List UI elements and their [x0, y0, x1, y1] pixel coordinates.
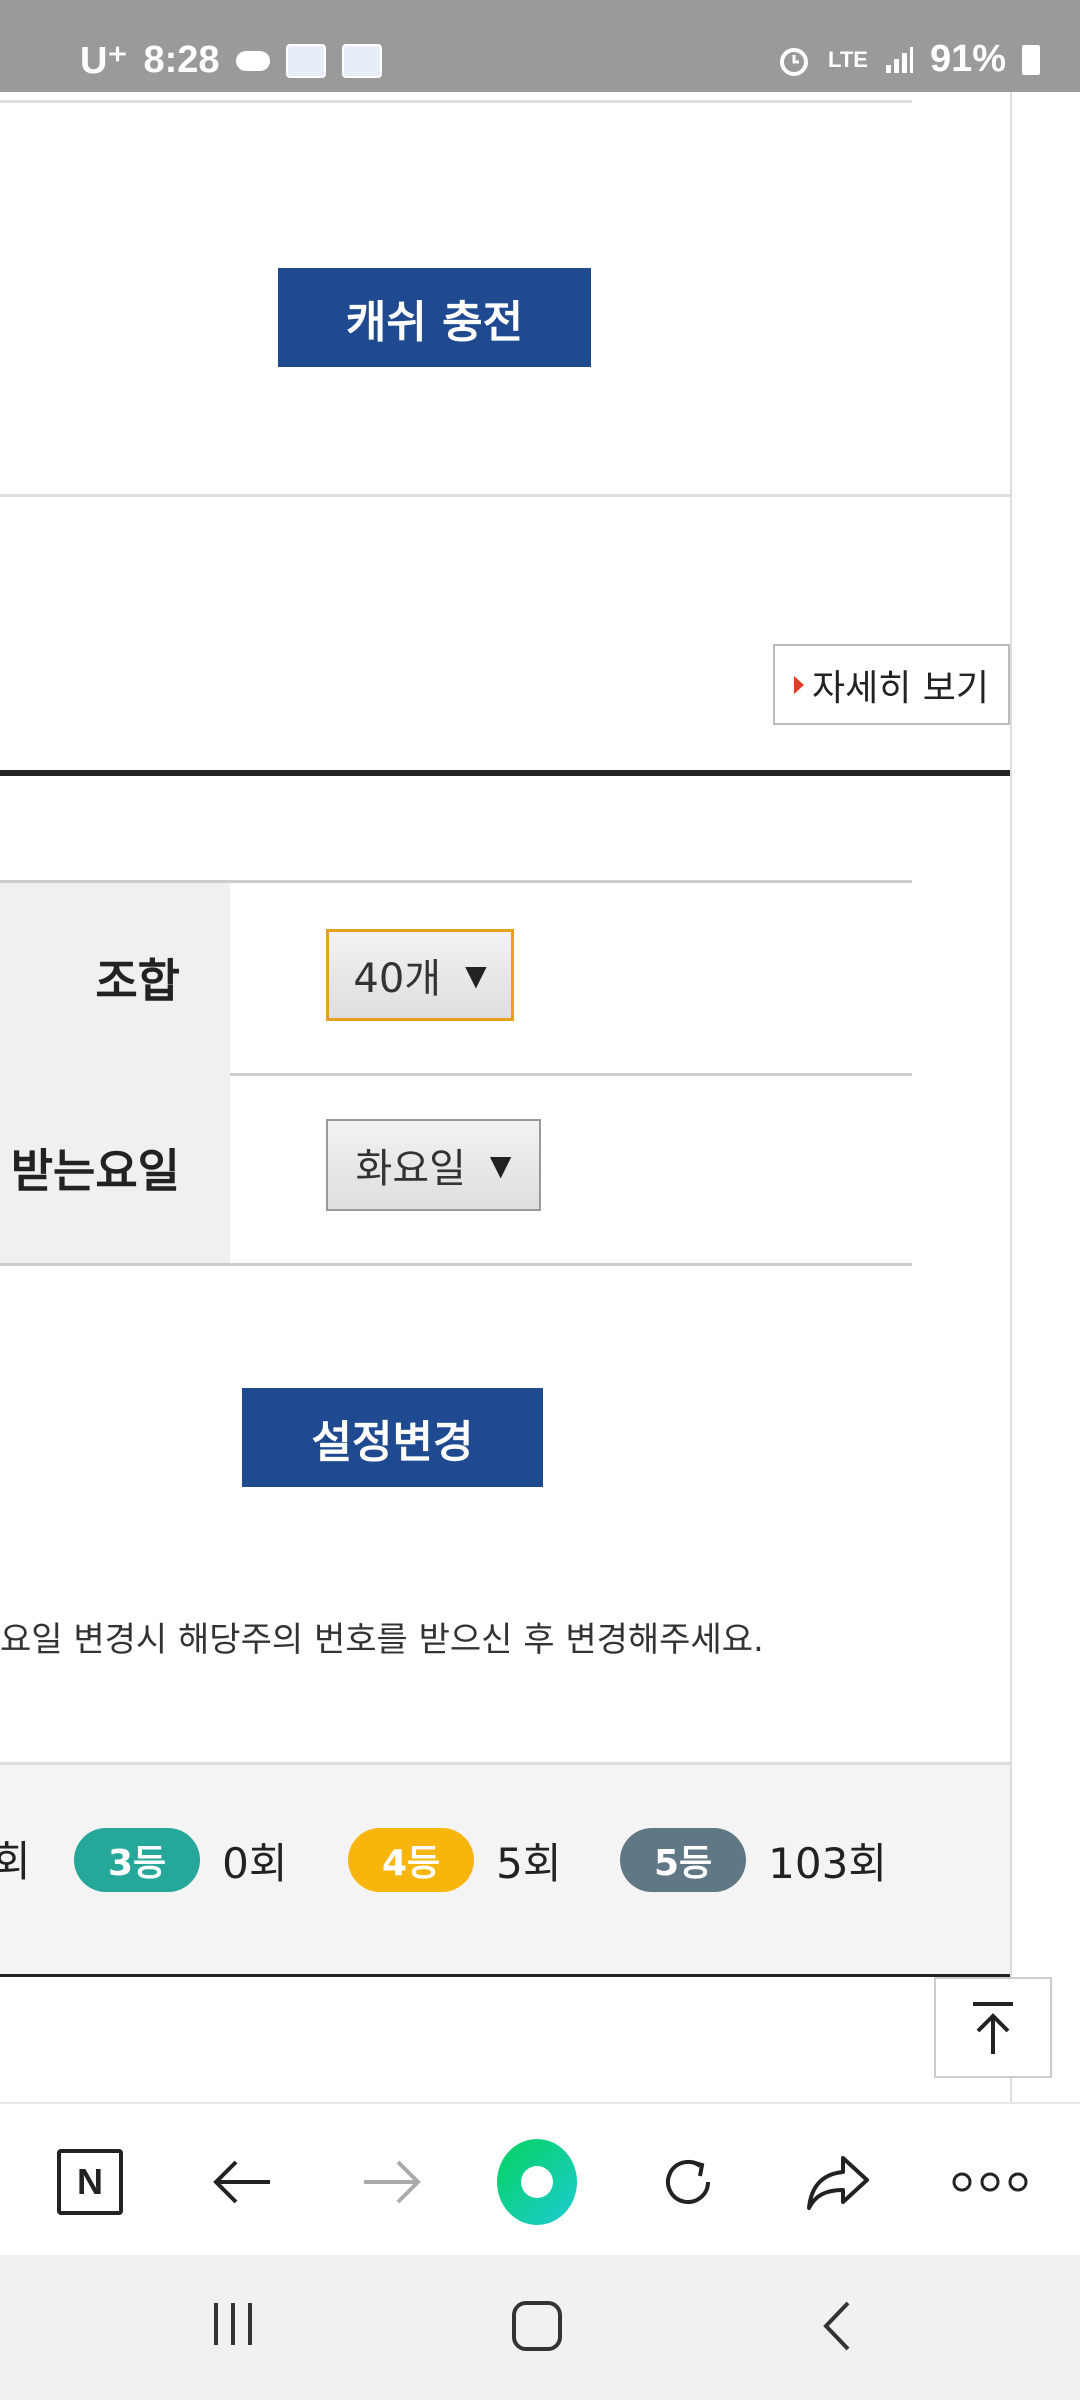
time-label: 8:28	[143, 39, 220, 81]
back-arrow-icon	[213, 2160, 270, 2204]
combination-count-value: 40개	[353, 956, 442, 1002]
green-dot-icon	[497, 2139, 577, 2225]
page-right-margin	[1010, 92, 1080, 2102]
browser-toolbar: N	[0, 2102, 1080, 2257]
share-button[interactable]	[798, 2142, 878, 2222]
prize-summary-band: 회 3등 0회 4등 5회 5등 103회	[0, 1762, 1010, 1974]
receive-day-value: 화요일	[355, 1146, 466, 1192]
signal-icon	[885, 46, 913, 73]
triangle-right-icon	[793, 675, 804, 694]
battery-icon	[1022, 44, 1040, 75]
refresh-icon	[666, 2160, 710, 2204]
settings-row-day: 받는요일 화요일 ▼	[0, 1073, 912, 1266]
count-3rd: 0회	[222, 1838, 288, 1888]
combination-label: 조합	[0, 883, 230, 1073]
carrier-label: U⁺	[80, 40, 128, 82]
day-change-notice: 요일 변경시 해당주의 번호를 받으신 후 변경해주세요.	[0, 1620, 764, 1660]
scroll-to-top-button[interactable]	[934, 1977, 1052, 2078]
green-dot-button[interactable]	[497, 2139, 577, 2225]
cash-card: 캐쉬 충전	[0, 92, 1010, 497]
status-bar: U⁺ 8:28 LTE 91%	[0, 0, 1080, 92]
count-4th: 5회	[496, 1838, 562, 1888]
truck-notification-icon	[285, 43, 326, 78]
home-icon[interactable]	[510, 2299, 564, 2353]
view-details-button[interactable]: 자세히 보기	[773, 644, 1010, 725]
receive-day-select[interactable]: 화요일 ▼	[326, 1119, 541, 1211]
back-nav-icon[interactable]	[818, 2299, 858, 2353]
forward-button[interactable]	[352, 2142, 432, 2222]
system-nav-bar	[0, 2255, 1080, 2400]
refresh-button[interactable]	[648, 2142, 728, 2222]
naver-home-button[interactable]: N	[50, 2142, 130, 2222]
badge-4th: 4등	[348, 1828, 475, 1892]
arrow-up-to-top-icon	[973, 2001, 1013, 2054]
more-icon	[952, 2172, 1028, 2192]
count-5th: 103회	[768, 1838, 887, 1888]
prize-partial-count: 회	[0, 1837, 31, 1886]
network-type-label: LTE	[828, 46, 868, 72]
alarm-icon	[780, 47, 809, 76]
more-button[interactable]	[950, 2142, 1030, 2222]
receive-day-label: 받는요일	[0, 1073, 230, 1263]
cash-charge-button[interactable]: 캐쉬 충전	[278, 268, 591, 367]
settings-table: 조합 40개 ▼ 받는요일 화요일 ▼	[0, 880, 912, 1267]
view-details-label: 자세히 보기	[811, 667, 990, 709]
truck-notification-icon-2	[341, 43, 382, 78]
prize-5th: 5등 103회	[620, 1828, 887, 1892]
badge-3rd: 3등	[74, 1828, 201, 1892]
back-button[interactable]	[202, 2142, 282, 2222]
combination-count-select[interactable]: 40개 ▼	[326, 929, 514, 1021]
dropdown-arrow-icon: ▼	[465, 958, 487, 992]
change-settings-button[interactable]: 설정변경	[242, 1388, 543, 1487]
battery-percent: 91%	[929, 38, 1006, 80]
badge-5th: 5등	[620, 1828, 747, 1892]
prize-4th: 4등 5회	[348, 1828, 562, 1892]
share-icon	[807, 2156, 869, 2210]
dropdown-arrow-icon: ▼	[489, 1148, 512, 1182]
naver-n-label: N	[77, 2161, 103, 2202]
settings-row-combination: 조합 40개 ▼	[0, 883, 912, 1076]
naver-n-icon: N	[57, 2149, 123, 2215]
prize-3rd: 3등 0회	[74, 1828, 288, 1892]
recent-apps-icon[interactable]	[208, 2299, 258, 2349]
cloud-icon	[235, 50, 270, 71]
forward-arrow-icon	[364, 2160, 421, 2204]
